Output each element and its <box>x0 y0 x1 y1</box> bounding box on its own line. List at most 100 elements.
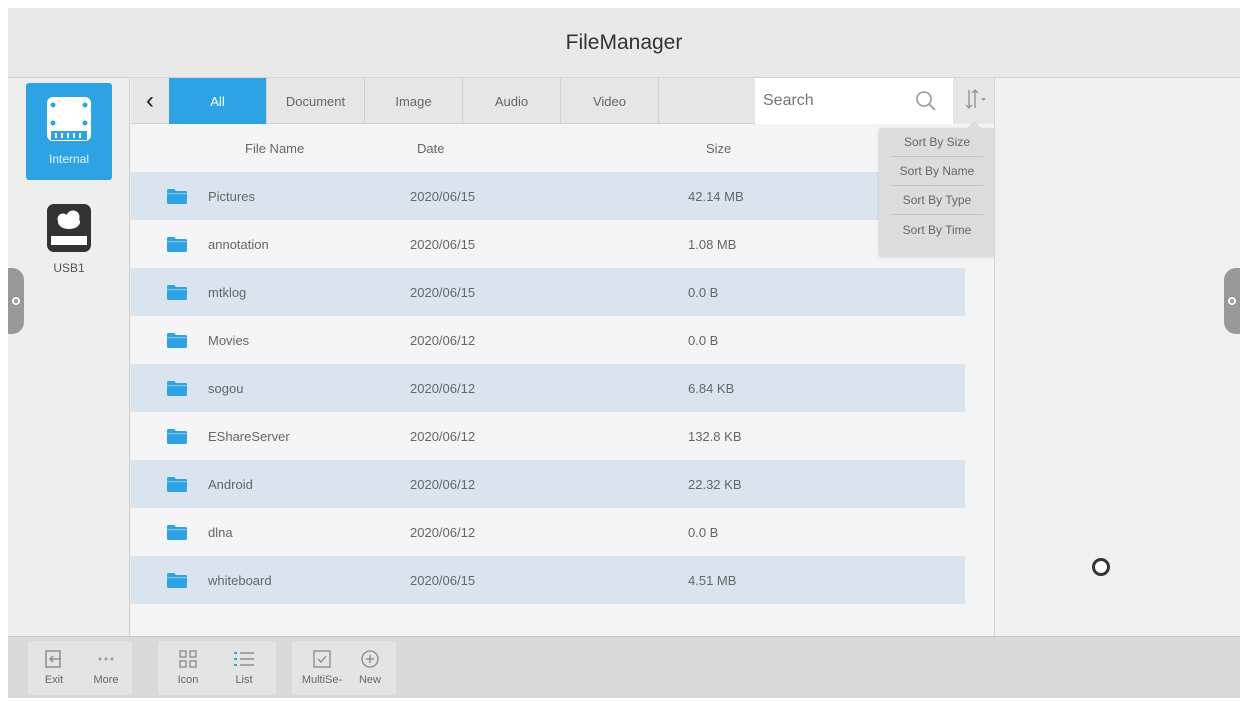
file-date: 2020/06/15 <box>410 573 476 588</box>
tab-all[interactable]: All <box>169 78 267 124</box>
sort-dropdown-menu: Sort By Size Sort By Name Sort By Type S… <box>879 121 995 256</box>
file-name: Movies <box>208 333 250 348</box>
more-label: More <box>93 674 119 686</box>
more-dots-icon <box>96 648 116 670</box>
tab-audio[interactable]: Audio <box>463 78 561 124</box>
list-view-label: List <box>235 674 253 686</box>
search-box <box>755 78 953 124</box>
table-row[interactable]: Android 2020/06/12 22.32 KB <box>131 460 965 508</box>
table-row[interactable]: dlna 2020/06/12 0.0 B <box>131 508 965 556</box>
folder-icon <box>167 573 187 591</box>
tab-video-label: Video <box>592 93 626 109</box>
file-date: 2020/06/12 <box>410 477 476 492</box>
table-row[interactable]: EShareServer 2020/06/12 132.8 KB <box>131 412 965 460</box>
file-size: 42.14 MB <box>688 189 744 204</box>
file-name: Android <box>208 477 253 492</box>
drive-usb1[interactable]: USB1 <box>26 190 112 276</box>
grid-icon <box>178 648 198 670</box>
sort-button[interactable] <box>953 78 994 124</box>
folder-icon <box>167 285 187 303</box>
table-row[interactable]: whiteboard 2020/06/15 4.51 MB <box>131 556 965 604</box>
search-input[interactable] <box>763 92 903 110</box>
back-button[interactable]: ‹ <box>131 78 169 124</box>
table-row[interactable]: sogou 2020/06/12 6.84 KB <box>131 364 965 412</box>
tab-audio-label: Audio <box>494 93 529 109</box>
table-row[interactable]: Pictures 2020/06/15 42.14 MB <box>131 172 965 220</box>
title-bar: FileManager <box>8 8 1240 78</box>
drive-usb1-label: USB1 <box>53 261 85 275</box>
tab-video[interactable]: Video <box>561 78 659 124</box>
file-name: sogou <box>208 381 244 396</box>
table-row[interactable]: Movies 2020/06/12 0.0 B <box>131 316 965 364</box>
settings-dot-icon <box>12 297 20 305</box>
drive-internal[interactable]: Internal <box>26 83 112 180</box>
new-label: New <box>358 674 381 686</box>
file-date: 2020/06/15 <box>410 189 476 204</box>
column-size[interactable]: Size <box>706 141 731 156</box>
file-rows: Pictures 2020/06/15 42.14 MB annotation … <box>131 172 965 604</box>
icon-view-label: Icon <box>177 674 199 686</box>
folder-icon <box>167 189 187 207</box>
multiselect-button[interactable]: MultiSe- <box>296 641 348 695</box>
sort-by-time-option[interactable]: Sort By Time <box>891 215 983 244</box>
column-header-row: File Name Date Size <box>131 124 994 172</box>
file-date: 2020/06/15 <box>410 285 476 300</box>
drive-panel: Internal USB1 <box>8 78 130 636</box>
file-name: annotation <box>208 237 269 252</box>
settings-dot-icon <box>1228 297 1236 305</box>
file-list-panel: ‹ All Document Image Audio Video Search … <box>131 78 994 636</box>
file-name: dlna <box>208 525 233 540</box>
plus-circle-icon <box>360 648 380 670</box>
sort-arrows-icon <box>960 85 988 118</box>
filter-tab-bar: ‹ All Document Image Audio Video <box>131 78 994 124</box>
left-drawer-handle[interactable] <box>8 268 24 334</box>
folder-icon <box>167 429 187 447</box>
sort-by-size-option[interactable]: Sort By Size <box>891 128 983 157</box>
multiselect-label: MultiSe- <box>301 674 343 686</box>
column-file-name[interactable]: File Name <box>245 141 304 156</box>
file-date: 2020/06/12 <box>410 525 476 540</box>
file-size: 0.0 B <box>688 285 719 300</box>
file-size: 4.51 MB <box>688 573 737 588</box>
file-size: 6.84 KB <box>688 381 735 396</box>
bottom-toolbar: Exit More Icon List MultiSe- New <box>8 636 1240 698</box>
column-date[interactable]: Date <box>417 141 444 156</box>
file-size: 22.32 KB <box>688 477 742 492</box>
file-size: 1.08 MB <box>688 237 737 252</box>
table-row[interactable]: annotation 2020/06/15 1.08 MB <box>131 220 965 268</box>
exit-icon <box>44 648 64 670</box>
drive-internal-label: Internal <box>48 152 90 166</box>
folder-icon <box>167 525 187 543</box>
sort-by-name-option[interactable]: Sort By Name <box>891 157 983 186</box>
file-name: EShareServer <box>208 429 290 444</box>
file-date: 2020/06/12 <box>410 333 476 348</box>
exit-button[interactable]: Exit <box>28 641 80 695</box>
file-size: 132.8 KB <box>688 429 742 444</box>
file-size: 0.0 B <box>688 333 719 348</box>
more-button[interactable]: More <box>80 641 132 695</box>
sort-by-type-option[interactable]: Sort By Type <box>891 186 983 215</box>
search-icon[interactable] <box>915 90 937 117</box>
floating-touch-button[interactable] <box>1092 558 1110 576</box>
tab-document[interactable]: Document <box>267 78 365 124</box>
tab-all-label: All <box>210 93 225 109</box>
table-row[interactable]: mtklog 2020/06/15 0.0 B <box>131 268 965 316</box>
right-drawer-handle[interactable] <box>1224 268 1240 334</box>
file-name: Pictures <box>208 189 255 204</box>
tab-image-label: Image <box>395 93 432 109</box>
list-view-button[interactable]: List <box>218 641 270 695</box>
tab-image[interactable]: Image <box>365 78 463 124</box>
chevron-left-icon: ‹ <box>146 87 154 114</box>
app-title: FileManager <box>565 30 683 54</box>
folder-icon <box>167 237 187 255</box>
tab-document-label: Document <box>285 93 346 109</box>
list-icon <box>232 648 256 670</box>
new-button[interactable]: New <box>344 641 396 695</box>
usb-drive-icon <box>43 200 95 261</box>
exit-label: Exit <box>44 674 64 686</box>
icon-view-button[interactable]: Icon <box>162 641 214 695</box>
file-date: 2020/06/15 <box>410 237 476 252</box>
checkbox-icon <box>312 648 332 670</box>
folder-icon <box>167 381 187 399</box>
internal-storage-icon <box>43 93 95 150</box>
